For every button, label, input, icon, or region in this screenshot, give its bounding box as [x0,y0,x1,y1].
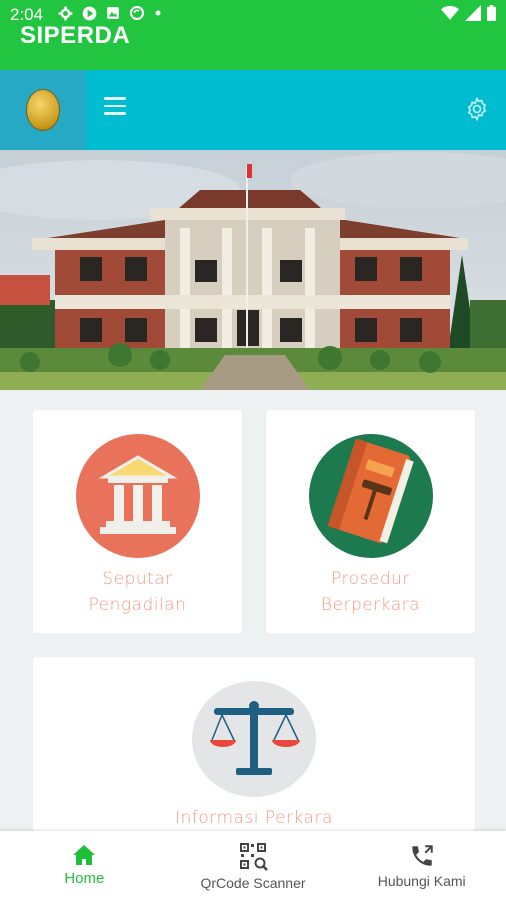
nav-label-hubungi-kami: Hubungi Kami [377,872,466,889]
court-building-photo [0,150,506,390]
card-label-prosedur-berperkara: Prosedur Berperkara [320,569,421,615]
court-building-banner [0,150,506,390]
battery-icon [487,5,496,21]
status-notification-icons [58,5,162,21]
hamburger-menu-icon[interactable] [104,97,128,121]
status-bar: 2:04 SIPERDA [0,0,506,70]
wifi-icon [441,5,459,20]
signal-icon [465,5,481,21]
scales-of-justice-icon [192,681,316,797]
nav-home[interactable]: Home [0,831,169,900]
dot-icon [155,10,161,16]
card-label-seputar-pengadilan: Seputar Pengadilan [88,569,187,615]
card-informasi-perkara[interactable]: Informasi Perkara [33,657,475,831]
app-title: SIPERDA [20,22,131,49]
card-seputar-pengadilan[interactable]: Seputar Pengadilan [33,410,242,633]
play-icon [82,6,97,20]
bottom-navigation: Home QrCode Scanner Hubungi Kami [0,831,506,900]
phone-icon [411,844,433,866]
photo-icon [107,7,119,19]
toolbar [0,70,506,150]
court-emblem-icon [26,89,60,131]
sync-icon [130,6,144,20]
nav-label-qrcode-scanner: QrCode Scanner [200,874,306,891]
card-prosedur-berperkara[interactable]: Prosedur Berperkara [266,410,475,633]
qr-code-icon [240,842,268,871]
courthouse-icon [75,434,200,558]
status-system-icons [441,5,496,21]
gear-icon [58,6,73,20]
card-label-informasi-perkara: Informasi Perkara [175,808,333,828]
logo-container [0,70,86,150]
nav-label-home: Home [64,870,105,887]
nav-hubungi-kami[interactable]: Hubungi Kami [337,831,506,900]
nav-qrcode-scanner[interactable]: QrCode Scanner [169,831,338,900]
law-book-gavel-icon [308,434,433,558]
settings-gear-icon[interactable] [464,96,490,122]
home-icon [73,845,96,865]
